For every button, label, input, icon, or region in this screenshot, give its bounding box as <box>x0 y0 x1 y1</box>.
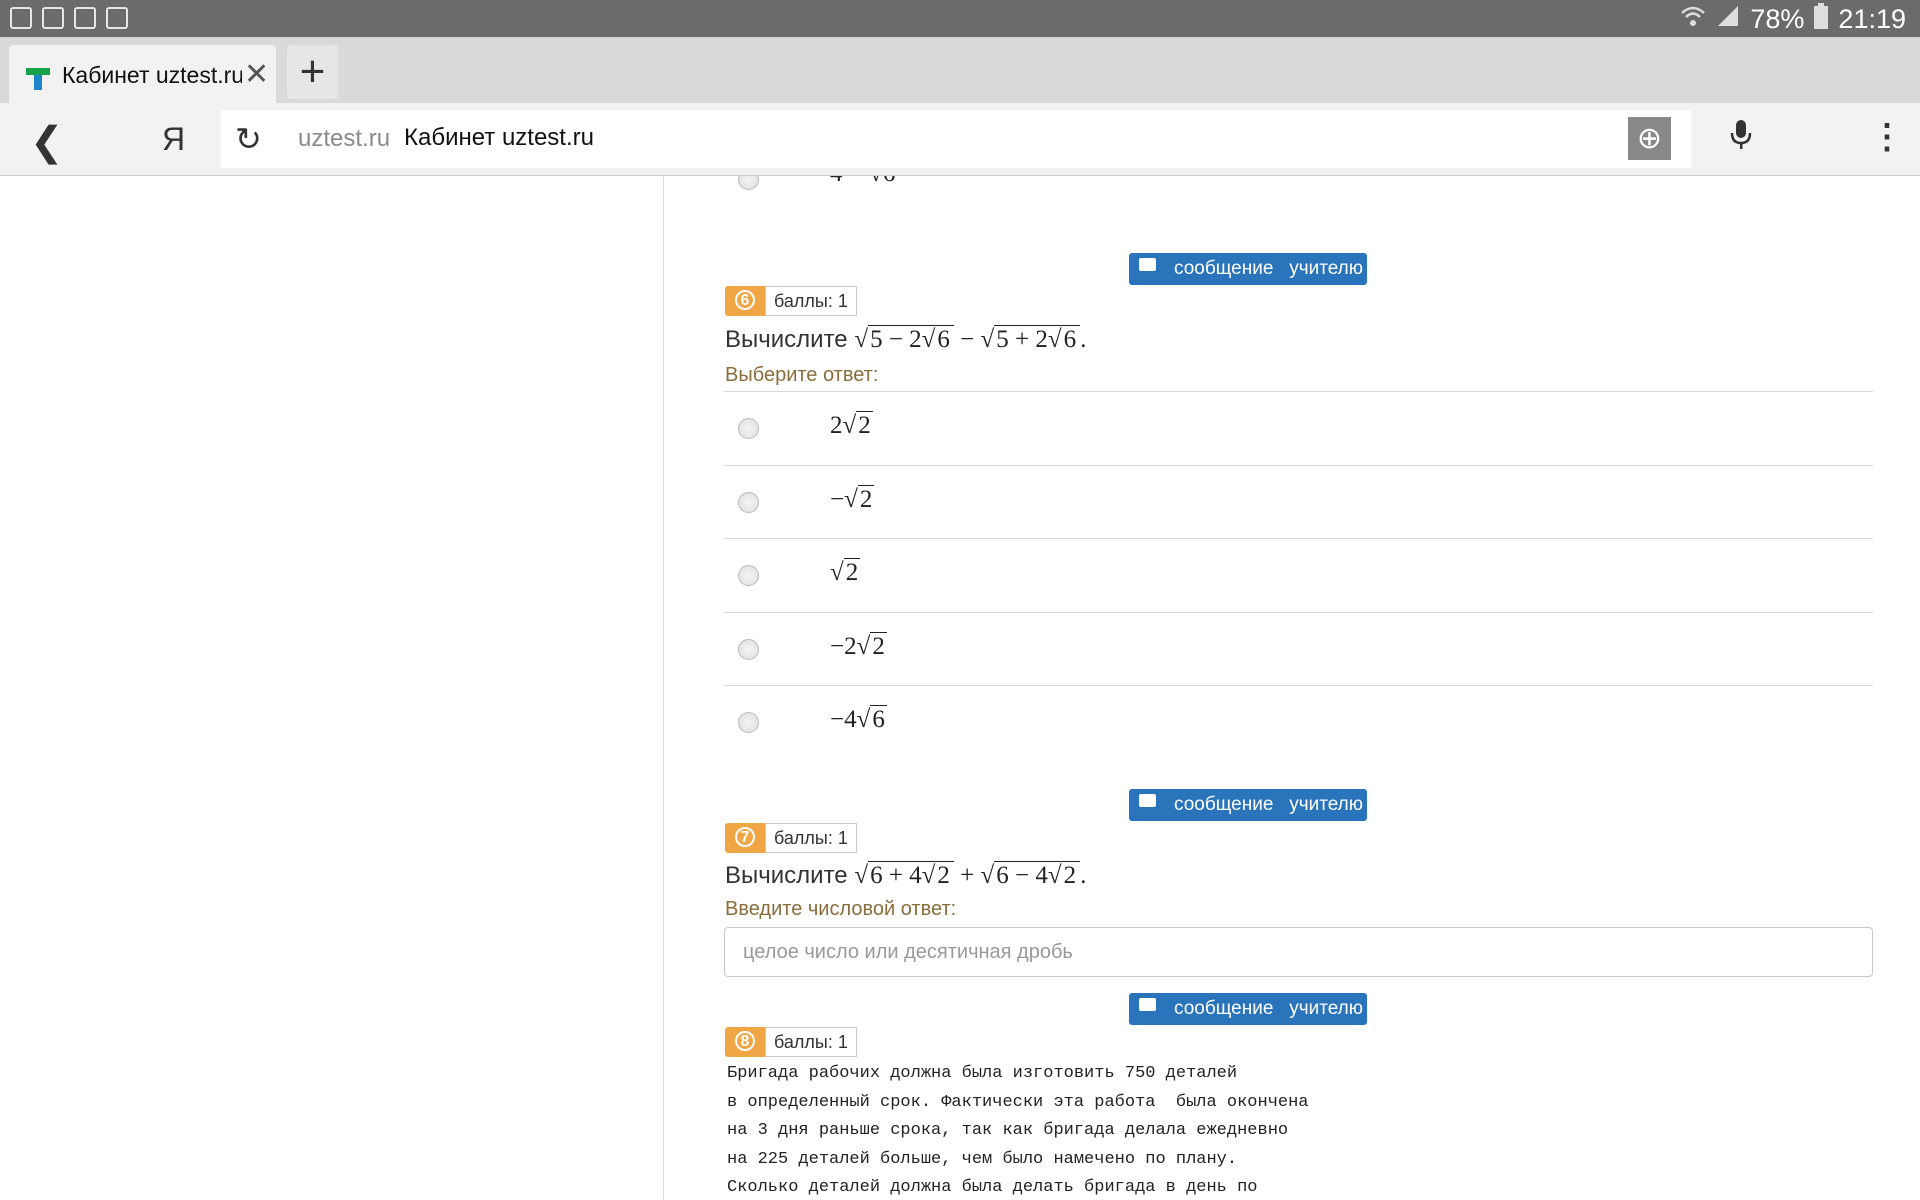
battery-icon <box>1814 3 1829 36</box>
battery-percent: 78% <box>1750 4 1805 34</box>
url-page-title: Кабинет uztest.ru <box>404 124 594 151</box>
status-bar: 78% 21:19 <box>0 0 1920 37</box>
numeric-answer-input[interactable] <box>724 927 1873 977</box>
answer-option-2[interactable]: −√2 <box>724 465 1873 540</box>
column-divider <box>663 176 664 1200</box>
answer-option-4[interactable]: −2√2 <box>724 612 1873 687</box>
message-teacher-button-q7[interactable]: сообщение учителю <box>1129 789 1367 821</box>
question-number-q8: 8 <box>735 1031 755 1051</box>
radio-option-prev[interactable] <box>738 176 759 190</box>
answer-option-3[interactable]: √2 <box>724 538 1873 613</box>
option-expr: −4√6 <box>830 705 887 733</box>
question-text-q6: Вычислите √5 − 2√6 − √5 + 2√6. <box>725 325 1087 353</box>
gallery-icon <box>10 7 32 29</box>
chat-bubble-icon <box>1139 258 1156 271</box>
answer-prompt-q7: Введите числовой ответ: <box>725 898 957 920</box>
site-favicon-icon <box>26 68 50 90</box>
points-label-q7: баллы: 1 <box>765 823 857 853</box>
incognito-icon <box>42 7 64 29</box>
chat-bubble-icon <box>1139 998 1156 1011</box>
new-tab-button[interactable]: + <box>287 45 338 99</box>
option-expr: −√2 <box>830 485 875 513</box>
radio-button[interactable] <box>738 712 759 733</box>
close-tab-icon[interactable]: ✕ <box>244 57 269 92</box>
microphone-icon[interactable] <box>1730 119 1752 159</box>
option-expr: √2 <box>830 558 861 586</box>
message-teacher-button-q6[interactable]: сообщение учителю <box>1129 253 1367 285</box>
tab-active[interactable]: Кабинет uztest.ru ✕ <box>9 45 276 103</box>
option-prev-expr: 4 − √6 <box>830 176 895 188</box>
globe-icon[interactable]: ⊕ <box>1628 117 1671 160</box>
answer-prompt-q6: Выберите ответ: <box>725 364 879 386</box>
radio-button[interactable] <box>738 565 759 586</box>
page-content: 4 − √6 сообщение учителю 6 баллы: 1 Вычи… <box>0 176 1920 1200</box>
shield-icon <box>74 7 96 29</box>
browser-toolbar: ❮ Я ↻ uztest.ru Кабинет uztest.ru ⊕ ⋮ <box>0 103 1920 176</box>
clock: 21:19 <box>1838 4 1906 34</box>
question-number-q7: 7 <box>735 827 755 847</box>
radio-button[interactable] <box>738 492 759 513</box>
message-teacher-button-q8[interactable]: сообщение учителю <box>1129 993 1367 1025</box>
chat-bubble-icon <box>1139 794 1156 807</box>
points-label-q6: баллы: 1 <box>765 286 857 316</box>
clipboard-icon <box>106 7 128 29</box>
tab-title: Кабинет uztest.ru <box>62 62 242 88</box>
back-icon[interactable]: ❮ <box>30 119 64 165</box>
wifi-icon <box>1680 4 1706 35</box>
answer-option-1[interactable]: 2√2 <box>724 391 1873 466</box>
question-number-q6: 6 <box>735 290 755 310</box>
yandex-button[interactable]: Я <box>162 121 185 158</box>
signal-icon <box>1716 4 1740 35</box>
option-expr: 2√2 <box>830 411 873 439</box>
menu-icon[interactable]: ⋮ <box>1870 117 1904 157</box>
radio-button[interactable] <box>738 418 759 439</box>
notification-icons <box>10 7 128 29</box>
reload-icon[interactable]: ↻ <box>235 120 262 158</box>
question-text-q8: Бригада рабочих должна была изготовить 7… <box>727 1064 1309 1197</box>
points-label-q8: баллы: 1 <box>765 1027 857 1057</box>
url-domain: uztest.ru <box>298 125 391 152</box>
address-bar[interactable]: ↻ uztest.ru Кабинет uztest.ru ⊕ <box>221 110 1691 168</box>
answer-option-5[interactable]: −4√6 <box>724 685 1873 760</box>
question-text-q7: Вычислите √6 + 4√2 + √6 − 4√2. <box>725 861 1087 889</box>
option-expr: −2√2 <box>830 632 887 660</box>
radio-button[interactable] <box>738 639 759 660</box>
